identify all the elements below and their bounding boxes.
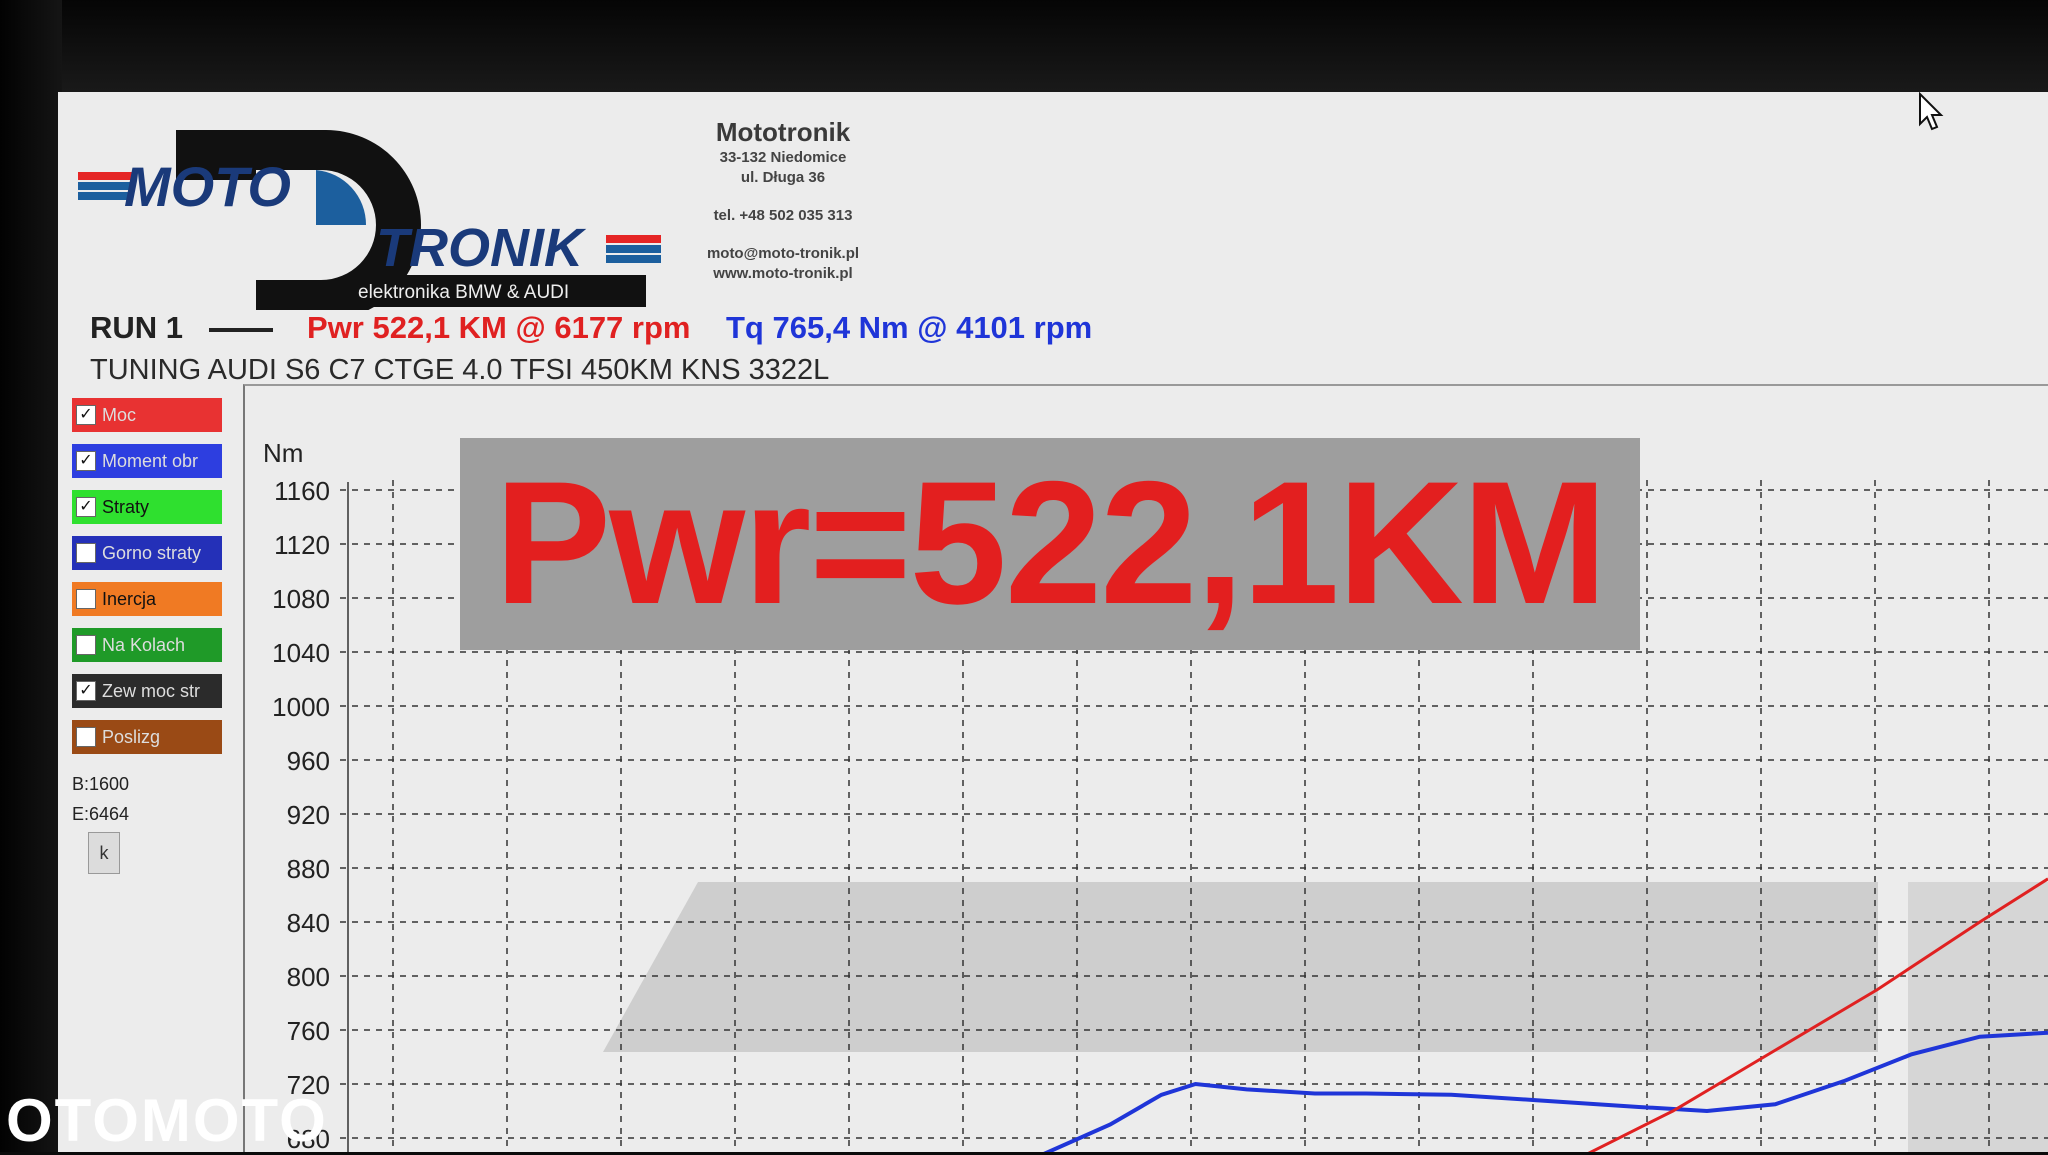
y-tick-label: 920 <box>287 800 330 830</box>
y-tick-label: 1080 <box>272 584 330 614</box>
y-axis-label: Nm <box>263 438 303 468</box>
y-tick-label: 800 <box>287 962 330 992</box>
y-tick-label: 880 <box>287 854 330 884</box>
y-tick-label: 1160 <box>274 476 330 506</box>
dyno-screen: MOTO TRONIK elektronika BMW & AUDI Motot… <box>58 92 2048 1152</box>
y-tick-label: 1120 <box>274 530 330 560</box>
otomoto-watermark: OTOMOTO <box>6 1087 328 1154</box>
mouse-cursor-icon <box>1919 92 1944 131</box>
y-tick-label: 840 <box>287 908 330 938</box>
background-logo-band <box>603 882 1878 1052</box>
y-tick-label: 960 <box>287 746 330 776</box>
y-tick-label: 1000 <box>272 692 330 722</box>
monitor-bezel-left <box>0 0 62 1152</box>
y-tick-label: 760 <box>287 1016 330 1046</box>
monitor-bezel-top <box>0 0 2048 95</box>
y-tick-label: 1040 <box>272 638 330 668</box>
peak-power-banner: Pwr=522,1KM <box>460 438 1640 650</box>
